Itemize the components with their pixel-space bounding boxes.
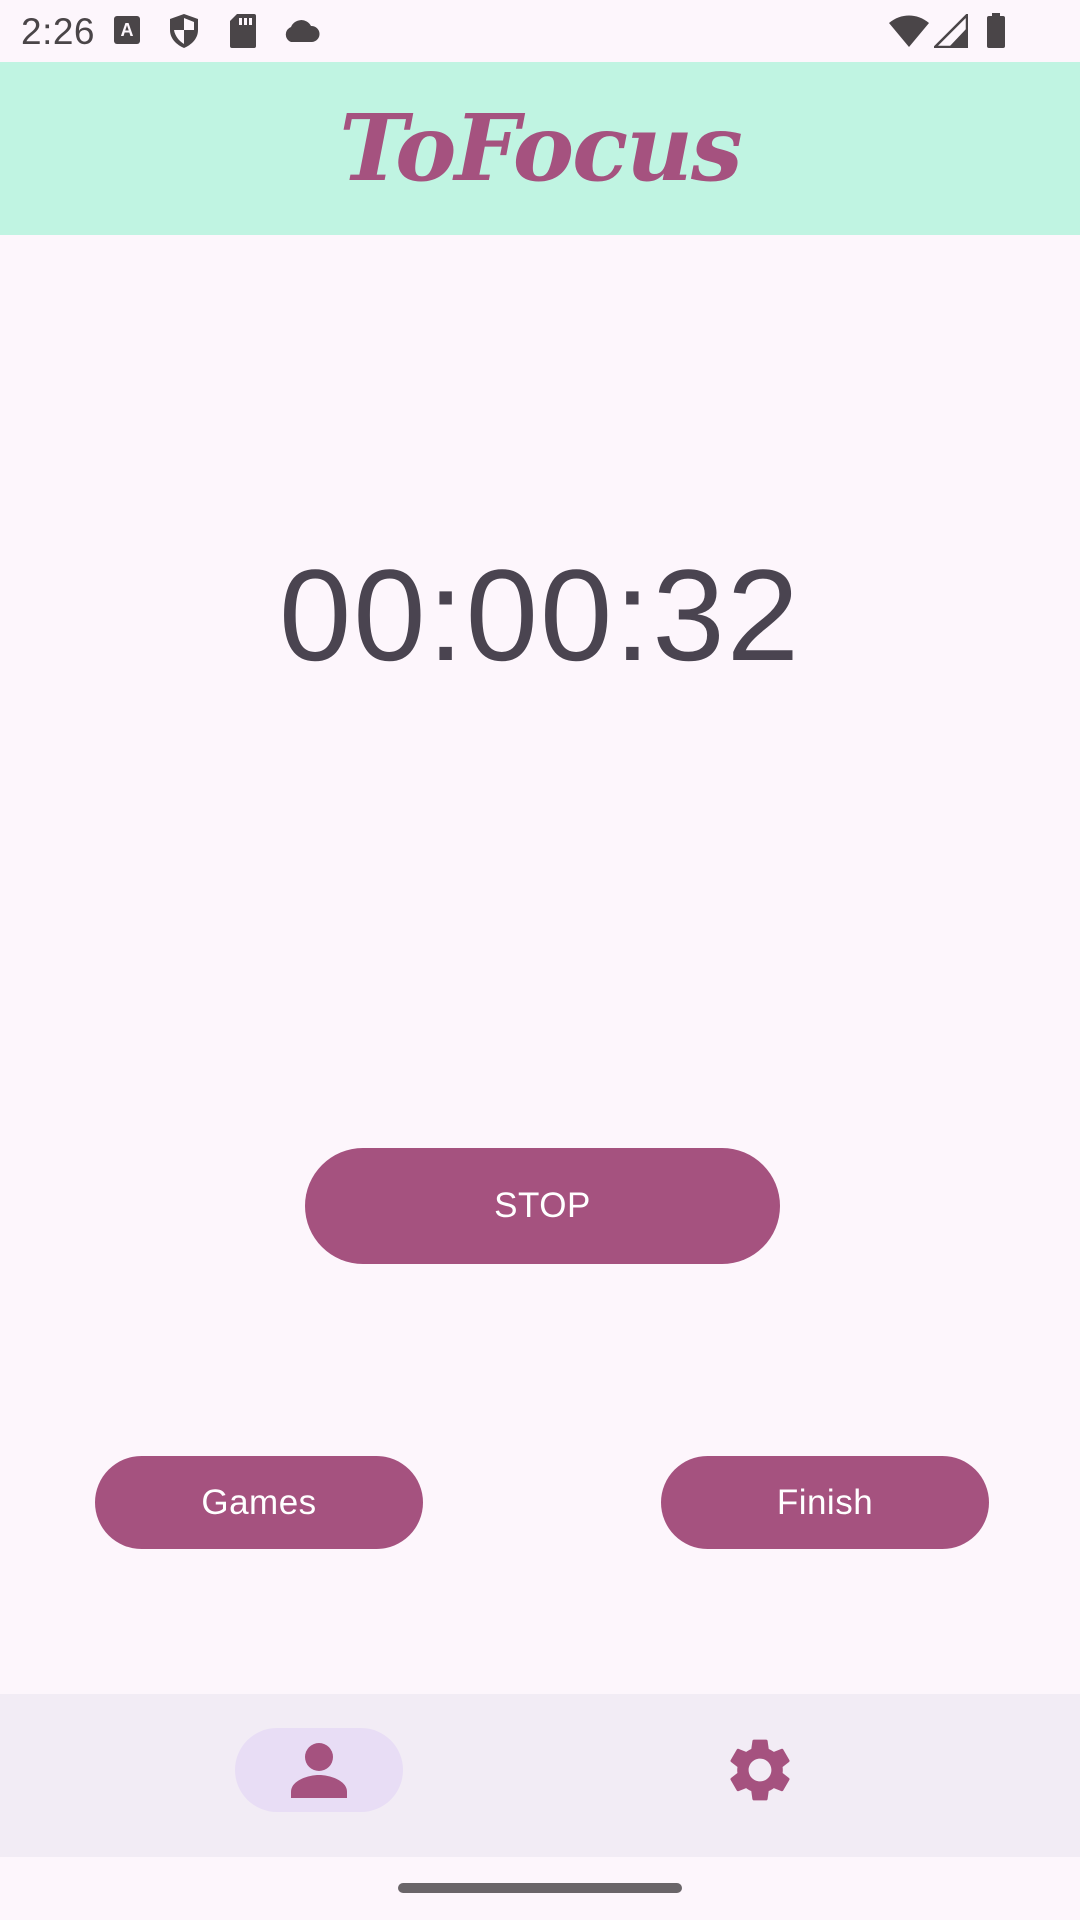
app-title: ToFocus [339, 94, 743, 202]
sd-card-icon [229, 13, 257, 54]
cell-signal-icon [931, 11, 969, 53]
timer-display: 00:00:32 [278, 542, 802, 688]
shield-icon [168, 13, 200, 54]
gear-icon [730, 1739, 790, 1801]
wifi-icon [888, 14, 930, 53]
person-icon [291, 1743, 347, 1798]
finish-button[interactable]: Finish [661, 1456, 989, 1549]
nav-item-settings[interactable] [676, 1728, 844, 1812]
battery-icon [986, 13, 1006, 54]
app-bar: ToFocus [0, 62, 1080, 235]
stop-button[interactable]: STOP [305, 1148, 780, 1264]
status-time: 2:26 [21, 11, 96, 52]
bottom-navigation [0, 1694, 1080, 1857]
text-notification-icon: A [113, 15, 141, 50]
nav-item-profile[interactable] [235, 1728, 403, 1812]
cloud-icon [282, 18, 320, 49]
gesture-handle[interactable] [398, 1883, 682, 1893]
status-bar: 2:26 A [0, 0, 1080, 62]
svg-text:A: A [121, 20, 134, 40]
games-button[interactable]: Games [95, 1456, 423, 1549]
